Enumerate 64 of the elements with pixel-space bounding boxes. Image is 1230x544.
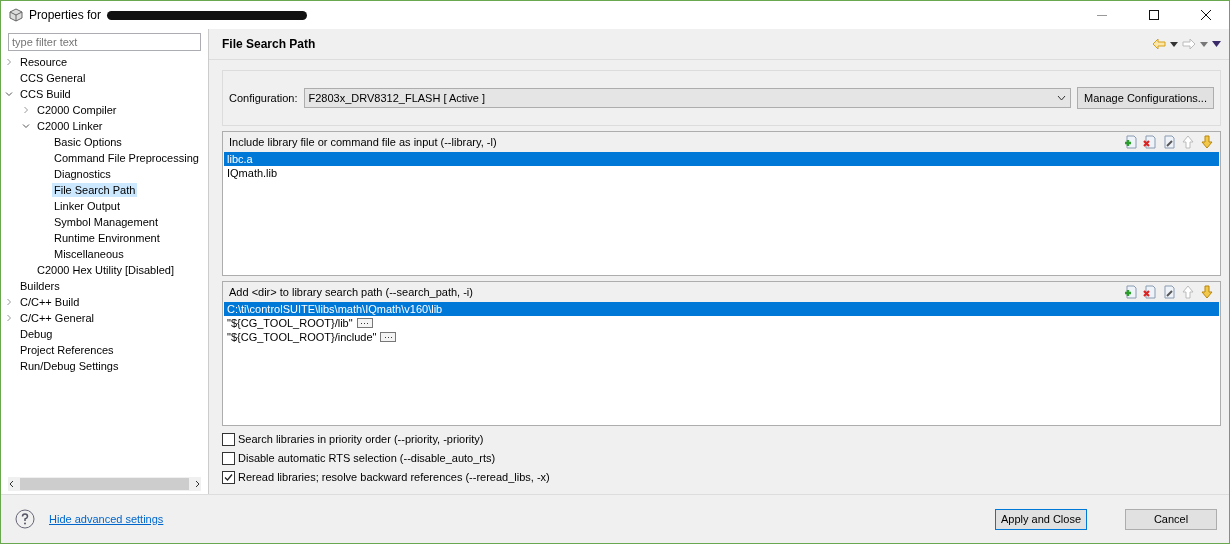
caret-icon[interactable] bbox=[1170, 41, 1178, 47]
minimize-icon[interactable] bbox=[1097, 14, 1107, 16]
horizontal-scrollbar[interactable] bbox=[8, 477, 201, 491]
checkbox-label: Reread libraries; resolve backward references (--reread_libs, -x) bbox=[238, 471, 550, 483]
edit-icon[interactable] bbox=[1162, 285, 1176, 299]
down-arrow-icon[interactable] bbox=[1200, 135, 1214, 149]
scroll-left-icon[interactable] bbox=[8, 480, 16, 488]
edit-icon[interactable] bbox=[1162, 135, 1176, 149]
tree-item[interactable]: C2000 Linker bbox=[35, 119, 105, 133]
list-item[interactable]: IQmath.lib bbox=[224, 166, 1219, 180]
page-title: File Search Path bbox=[222, 37, 317, 51]
tree-item[interactable]: Miscellaneous bbox=[52, 247, 126, 261]
filter-field[interactable]: type filter text bbox=[8, 33, 201, 51]
configuration-dropdown[interactable]: F2803x_DRV8312_FLASH [ Active ] bbox=[303, 88, 1072, 108]
list-item[interactable]: libc.a bbox=[224, 152, 1219, 166]
tree-item[interactable]: Basic Options bbox=[52, 135, 124, 149]
checkbox-label: Search libraries in priority order (--priority, -priority) bbox=[238, 433, 484, 445]
tree-item[interactable]: CCS Build bbox=[18, 87, 73, 101]
checkbox[interactable] bbox=[222, 451, 235, 465]
tree-item[interactable]: Linker Output bbox=[52, 199, 123, 213]
down-arrow-icon[interactable] bbox=[1200, 285, 1214, 299]
tree-item[interactable]: Resource bbox=[18, 55, 70, 69]
tree-item[interactable]: Project References bbox=[18, 343, 116, 357]
tree-item[interactable]: Symbol Management bbox=[52, 215, 160, 229]
menu-caret-icon[interactable] bbox=[1212, 41, 1221, 47]
tree-item[interactable]: C/C++ Build bbox=[18, 295, 82, 309]
list-title: Include library file or command file as input (--library, -l) bbox=[229, 136, 498, 148]
checkbox-label: Disable automatic RTS selection (--disable_auto_rts) bbox=[238, 452, 496, 464]
scroll-right-icon[interactable] bbox=[193, 480, 201, 488]
configuration-label: Configuration: bbox=[229, 92, 298, 104]
list-item[interactable]: "${CG_TOOL_ROOT}/include" bbox=[224, 330, 1219, 344]
tree-item[interactable]: Run/Debug Settings bbox=[18, 359, 121, 373]
window-title: Properties for bbox=[29, 8, 102, 22]
checkbox[interactable] bbox=[222, 470, 235, 484]
delete-icon[interactable] bbox=[1143, 135, 1157, 149]
close-icon[interactable] bbox=[1201, 10, 1211, 20]
cube-icon bbox=[9, 8, 23, 22]
add-icon[interactable] bbox=[1124, 285, 1138, 299]
help-icon[interactable] bbox=[15, 509, 35, 529]
chevron-down-icon[interactable] bbox=[21, 121, 31, 131]
add-icon[interactable] bbox=[1124, 135, 1138, 149]
delete-icon[interactable] bbox=[1143, 285, 1157, 299]
chevron-down-icon[interactable] bbox=[4, 89, 14, 99]
list-item[interactable]: C:\ti\controlSUITE\libs\math\IQmath\v160\lib bbox=[224, 302, 1219, 316]
hide-advanced-settings-link[interactable]: Hide advanced settings bbox=[49, 513, 164, 525]
dialog-button[interactable]: Apply and Close bbox=[995, 508, 1087, 530]
tree-item[interactable]: C2000 Hex Utility [Disabled] bbox=[35, 263, 176, 277]
tree-item[interactable]: File Search Path bbox=[52, 183, 138, 197]
ellipsis-button[interactable] bbox=[380, 332, 397, 342]
list-title: Add <dir> to library search path (--search_path, -i) bbox=[229, 286, 474, 298]
maximize-icon[interactable] bbox=[1149, 10, 1159, 20]
tree-item[interactable]: Diagnostics bbox=[52, 167, 113, 181]
tree-item[interactable]: C/C++ General bbox=[18, 311, 96, 325]
ellipsis-button[interactable] bbox=[356, 318, 373, 328]
tree-item[interactable]: C2000 Compiler bbox=[35, 103, 119, 117]
tree-item[interactable]: Runtime Environment bbox=[52, 231, 162, 245]
list-item[interactable]: "${CG_TOOL_ROOT}/lib" bbox=[224, 316, 1219, 330]
manage-configurations-button[interactable]: Manage Configurations... bbox=[1077, 87, 1214, 109]
dialog-button[interactable]: Cancel bbox=[1125, 508, 1217, 530]
tree-item[interactable]: Builders bbox=[18, 279, 62, 293]
tree-item[interactable]: Command File Preprocessing bbox=[52, 151, 201, 165]
tree-item[interactable]: Debug bbox=[18, 327, 55, 341]
checkbox[interactable] bbox=[222, 432, 235, 446]
tree-item[interactable]: CCS General bbox=[18, 71, 88, 85]
